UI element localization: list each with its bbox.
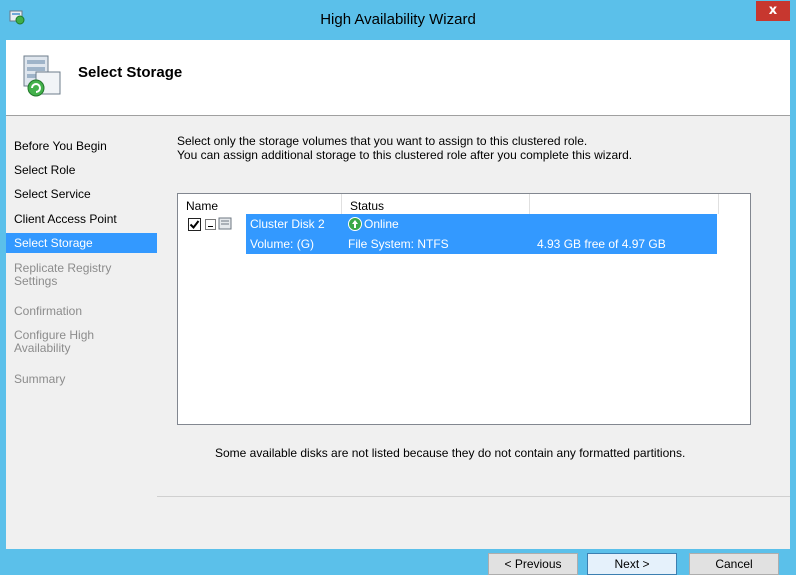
nav-step-select-storage[interactable]: Select Storage (6, 233, 157, 253)
instructions: Select only the storage volumes that you… (177, 134, 632, 162)
wizard-window: High Availability Wizard x Select Storag… (0, 0, 796, 575)
online-status-icon (348, 217, 362, 231)
nav-step-select-service[interactable]: Select Service (6, 188, 157, 201)
list-header: Name Status (178, 194, 750, 214)
instruction-line-2: You can assign additional storage to thi… (177, 148, 633, 162)
nav-step-select-role[interactable]: Select Role (6, 164, 157, 177)
disk-name-selection: Cluster Disk 2 (246, 214, 344, 234)
disk-checkbox[interactable] (188, 218, 201, 231)
checkmark-icon (189, 220, 200, 230)
wizard-steps-nav: Before You Begin Select Role Select Serv… (6, 116, 157, 549)
nav-step-before-you-begin[interactable]: Before You Begin (6, 140, 157, 153)
wizard-content: Select only the storage volumes that you… (157, 116, 790, 575)
minus-icon (208, 226, 213, 227)
nav-step-configure-ha-line2: Availability (14, 341, 71, 355)
disk-status: Online (364, 217, 399, 231)
disk-status-selection: Online (344, 214, 717, 234)
window-title: High Availability Wizard (320, 11, 476, 28)
nav-step-confirmation: Confirmation (14, 304, 83, 318)
nav-step-replicate-registry: Replicate Registry Settings (6, 262, 157, 288)
volume-details-selection: File System: NTFS 4.93 GB free of 4.97 G… (344, 234, 717, 254)
column-header-status[interactable]: Status (342, 194, 530, 214)
cancel-button[interactable]: Cancel (689, 553, 779, 575)
nav-step-summary: Summary (14, 372, 66, 386)
page-title: Select Storage (78, 64, 183, 81)
wizard-header: Select Storage (6, 40, 790, 116)
title-bar[interactable]: High Availability Wizard x (0, 0, 796, 40)
volume-name-selection: Volume: (G) (246, 234, 344, 254)
disk-name: Cluster Disk 2 (250, 217, 325, 231)
storage-list[interactable]: Name Status Cluster Disk 2 Online Volume… (177, 193, 751, 425)
disk-row[interactable]: Cluster Disk 2 Online (178, 214, 750, 234)
volume-label: Volume: (G) (250, 237, 315, 251)
disk-icon (218, 217, 232, 230)
nav-step-replicate-registry-line2: Settings (14, 274, 58, 288)
next-button[interactable]: Next > (587, 553, 677, 575)
collapse-toggle[interactable] (205, 219, 216, 230)
nav-step-client-access-point[interactable]: Client Access Point (6, 213, 157, 226)
column-header-name[interactable]: Name (178, 194, 342, 214)
column-header-extra[interactable] (530, 194, 719, 214)
volume-free-space: 4.93 GB free of 4.97 GB (537, 237, 666, 251)
unlisted-disks-note: Some available disks are not listed beca… (215, 446, 686, 460)
volume-row[interactable]: Volume: (G) File System: NTFS 4.93 GB fr… (178, 234, 750, 254)
storage-wizard-icon (23, 55, 61, 97)
instruction-line-1: Select only the storage volumes that you… (177, 134, 588, 148)
previous-button[interactable]: < Previous (488, 553, 578, 575)
volume-filesystem: File System: NTFS (348, 237, 449, 251)
wizard-client-area: Select Storage Before You Begin Select R… (6, 40, 790, 575)
close-button[interactable]: x (756, 1, 790, 21)
footer-separator (157, 496, 790, 497)
nav-step-configure-ha: Configure High Availability (6, 329, 157, 355)
